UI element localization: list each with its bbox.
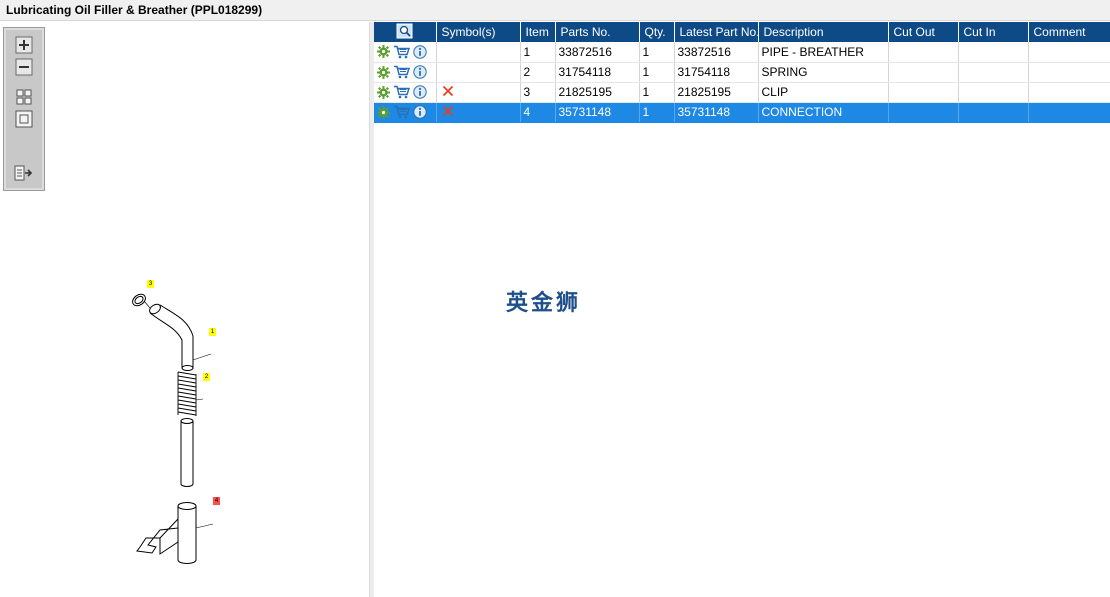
row-actions-cell [374,42,437,63]
column-header-qty[interactable]: Qty. [639,22,675,42]
cut-in-cell [958,42,1029,63]
callout-badge-3[interactable]: 3 [147,280,154,288]
qty-cell: 1 [639,42,675,63]
column-header-cut-out[interactable]: Cut Out [888,22,959,42]
cut-in-cell [958,82,1029,103]
gear-icon[interactable] [377,85,390,99]
part-no-cell[interactable]: 35731148 [555,102,640,123]
symbol-cell [436,82,521,103]
connection-part[interactable] [136,502,197,564]
qty-cell: 1 [639,102,675,123]
zoom-out-icon[interactable] [14,58,34,76]
gear-icon[interactable] [377,65,390,79]
comment-cell [1028,102,1110,123]
row-actions-cell [374,82,437,103]
cut-out-cell [888,42,959,63]
table-row[interactable]: 3 21825195 1 21825195 CLIP [374,82,1110,103]
row-actions-cell [374,62,437,83]
column-header-part-no[interactable]: Parts No. [555,22,640,42]
fit-all-icon[interactable] [14,88,34,106]
part-no-cell[interactable]: 21825195 [555,82,640,103]
column-header-description[interactable]: Description [758,22,889,42]
item-cell: 2 [520,62,556,83]
callout-badge-4[interactable]: 4 [213,497,220,505]
symbol-cell [436,102,521,123]
spring-part[interactable] [177,371,197,416]
column-header-symbols[interactable]: Symbol(s) [436,22,521,42]
cut-in-cell [958,62,1029,83]
item-cell: 3 [520,82,556,103]
row-actions-cell [374,102,437,123]
item-cell: 1 [520,42,556,63]
add-to-cart-icon[interactable] [393,85,410,99]
search-list-icon[interactable] [396,23,414,42]
latest-part-no-cell[interactable]: 35731148 [674,102,759,123]
drawing-toolbar [3,27,45,191]
description-cell: SPRING [758,62,889,83]
table-row[interactable]: 2 31754118 1 31754118 SPRING [374,62,1110,83]
add-to-cart-icon[interactable] [393,65,410,79]
info-icon[interactable] [413,105,427,119]
cut-out-cell [888,62,959,83]
column-header-cut-in[interactable]: Cut In [958,22,1029,42]
zoom-in-icon[interactable] [14,36,34,54]
comment-cell [1028,42,1110,63]
symbol-cell [436,42,521,63]
part-no-cell[interactable]: 33872516 [555,42,640,63]
breather-pipe-part[interactable] [148,302,194,371]
straight-pipe-part[interactable] [180,418,194,487]
latest-part-no-cell[interactable]: 21825195 [674,82,759,103]
table-header-row: Symbol(s) Item Parts No. Qty. Latest Par… [374,22,1110,42]
callout-badge-2[interactable]: 2 [203,373,210,381]
parts-table: Symbol(s) Item Parts No. Qty. Latest Par… [374,22,1110,123]
gear-icon[interactable] [377,105,390,119]
description-cell: CLIP [758,82,889,103]
info-icon[interactable] [413,65,427,79]
gear-icon[interactable] [377,45,390,59]
window-title: Lubricating Oil Filler & Breather (PPL01… [6,3,263,17]
description-cell: PIPE - BREATHER [758,42,889,63]
exploded-view-drawing[interactable] [0,22,369,597]
cut-out-cell [888,82,959,103]
latest-part-no-cell[interactable]: 33872516 [674,42,759,63]
remove-symbol-icon [442,85,454,97]
qty-cell: 1 [639,62,675,83]
comment-cell [1028,82,1110,103]
part-no-cell[interactable]: 31754118 [555,62,640,83]
table-row[interactable]: 4 35731148 1 35731148 CONNECTION [374,102,1110,123]
clip-part[interactable] [130,292,147,308]
cut-out-cell [888,102,959,123]
info-icon[interactable] [413,45,427,59]
window-title-bar: Lubricating Oil Filler & Breather (PPL01… [0,0,1110,21]
item-cell: 4 [520,102,556,123]
qty-cell: 1 [639,82,675,103]
export-icon[interactable] [14,164,34,182]
column-header-actions[interactable] [374,22,437,42]
parts-list-pane: Symbol(s) Item Parts No. Qty. Latest Par… [374,22,1110,597]
fit-window-icon[interactable] [14,110,34,128]
description-cell: CONNECTION [758,102,889,123]
column-header-comment[interactable]: Comment [1028,22,1110,42]
symbol-cell [436,62,521,83]
remove-symbol-icon [442,105,454,117]
add-to-cart-icon[interactable] [393,45,410,59]
watermark-text: 英金狮 [506,291,582,316]
drawing-pane[interactable]: 3 1 2 4 [0,22,369,597]
table-row[interactable]: 1 33872516 1 33872516 PIPE - BREATHER [374,42,1110,63]
info-icon[interactable] [413,85,427,99]
add-to-cart-icon[interactable] [393,105,410,119]
column-header-item[interactable]: Item [520,22,556,42]
callout-badge-1[interactable]: 1 [209,328,216,336]
latest-part-no-cell[interactable]: 31754118 [674,62,759,83]
comment-cell [1028,62,1110,83]
cut-in-cell [958,102,1029,123]
column-header-latest-part-no[interactable]: Latest Part No. [674,22,759,42]
